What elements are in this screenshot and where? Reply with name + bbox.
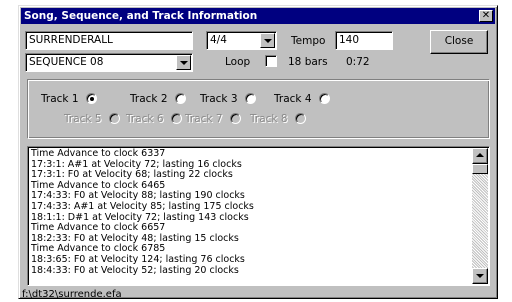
- track-label: Track 5: [64, 113, 102, 125]
- track-selection-group: Track 1 Track 2 Track 3 Track 4 Track 5 …: [27, 79, 490, 139]
- time-signature-value: 4/4: [210, 34, 227, 46]
- track-radio-5: Track 5: [64, 112, 120, 125]
- track-label: Track 4: [274, 93, 312, 105]
- event-log-lines: Time Advance to clock 6337 17:3:1: A#1 a…: [31, 148, 469, 276]
- time-signature-dropdown-button[interactable]: [260, 33, 275, 48]
- track-label: Track 8: [250, 113, 288, 125]
- tempo-value: 140: [339, 34, 360, 46]
- log-line: Time Advance to clock 6337: [31, 148, 166, 159]
- event-log[interactable]: Time Advance to clock 6337 17:3:1: A#1 a…: [27, 146, 490, 286]
- track-radio-6: Track 6: [126, 112, 182, 125]
- title-close-button[interactable]: ✕: [479, 10, 493, 22]
- track-radio-7: Track 7: [185, 112, 241, 125]
- radio-button: [170, 112, 182, 124]
- track-label: Track 3: [200, 93, 238, 105]
- radio-button: [108, 112, 120, 124]
- scroll-up-button[interactable]: [472, 148, 488, 164]
- window-title: Song, Sequence, and Track Information: [24, 10, 258, 22]
- track-label: Track 2: [130, 93, 168, 105]
- song-name-value: SURRENDERALL: [29, 34, 113, 46]
- arrow-up-icon: [476, 153, 484, 157]
- loop-checkbox[interactable]: [265, 55, 277, 67]
- track-label: Track 7: [185, 113, 223, 125]
- duration-value: 0:72: [346, 56, 370, 68]
- radio-button: [294, 112, 306, 124]
- track-label: Track 1: [41, 93, 79, 105]
- tempo-field[interactable]: 140: [335, 31, 393, 50]
- sequence-value: SEQUENCE 08: [29, 56, 104, 68]
- log-line: 18:3:65: F0 at Velocity 124; lasting 76 …: [31, 253, 245, 265]
- scroll-down-button[interactable]: [472, 268, 488, 284]
- song-info-dialog: Song, Sequence, and Track Information ✕ …: [18, 5, 498, 300]
- time-signature-select[interactable]: 4/4: [206, 31, 277, 50]
- log-scrollbar[interactable]: [472, 148, 488, 284]
- log-line: 17:4:33: A#1 at Velocity 85; lasting 175…: [31, 200, 254, 212]
- song-name-field[interactable]: SURRENDERALL: [25, 31, 193, 50]
- tempo-label: Tempo: [291, 35, 326, 47]
- title-bar: Song, Sequence, and Track Information ✕: [21, 8, 495, 24]
- log-line: 18:4:33: F0 at Velocity 52; lasting 20 c…: [31, 264, 239, 276]
- radio-button[interactable]: [244, 92, 256, 104]
- track-label: Track 6: [126, 113, 164, 125]
- radio-button[interactable]: [318, 92, 330, 104]
- track-radio-2[interactable]: Track 2: [130, 92, 186, 105]
- radio-button[interactable]: [85, 92, 97, 104]
- sequence-select[interactable]: SEQUENCE 08: [25, 53, 193, 72]
- bars-count: 18 bars: [288, 56, 328, 68]
- loop-label: Loop: [225, 56, 251, 68]
- track-radio-8: Track 8: [250, 112, 306, 125]
- close-button-label: Close: [444, 35, 474, 47]
- radio-button[interactable]: [174, 92, 186, 104]
- status-file-path: f:\dt32\surrende.efa: [22, 289, 122, 300]
- radio-button: [229, 112, 241, 124]
- scroll-thumb[interactable]: [472, 164, 488, 174]
- close-icon: ✕: [481, 10, 491, 21]
- track-radio-3[interactable]: Track 3: [200, 92, 256, 105]
- arrow-down-icon: [476, 274, 484, 278]
- chevron-down-icon: [264, 39, 272, 43]
- track-radio-4[interactable]: Track 4: [274, 92, 330, 105]
- chevron-down-icon: [180, 61, 188, 65]
- track-radio-1[interactable]: Track 1: [41, 92, 97, 105]
- close-button[interactable]: Close: [430, 30, 488, 54]
- sequence-dropdown-button[interactable]: [176, 55, 191, 70]
